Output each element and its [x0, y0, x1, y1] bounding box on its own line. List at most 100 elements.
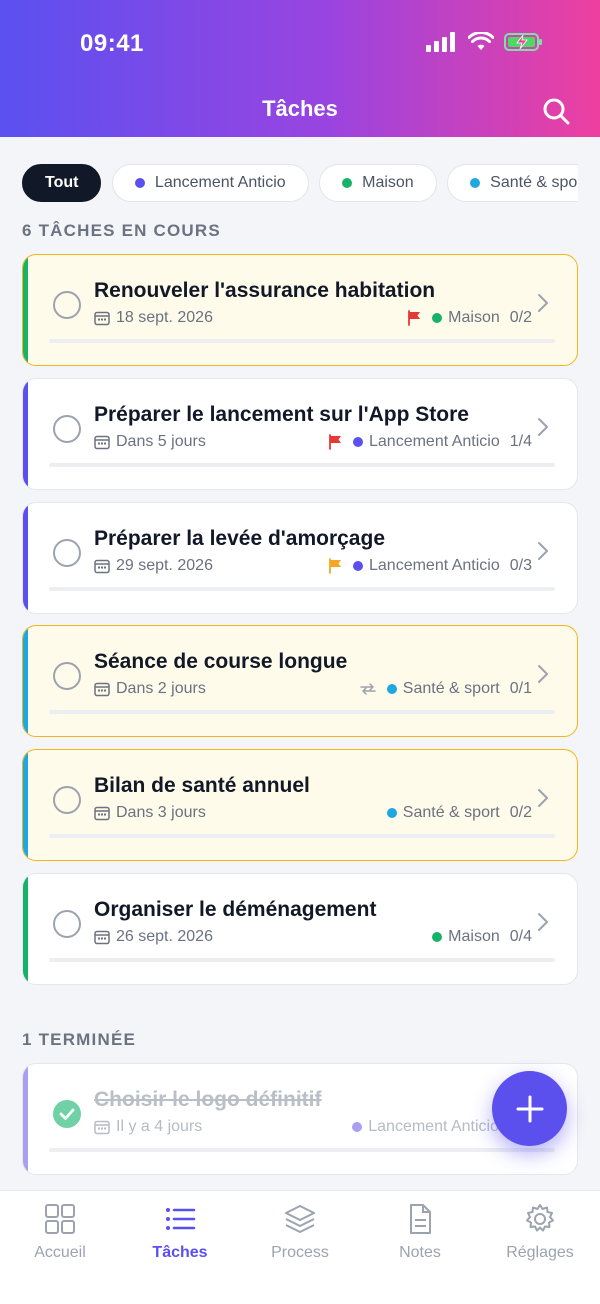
- category-dot: [353, 561, 363, 571]
- filter-chip-sante[interactable]: Santé & sport: [447, 164, 578, 202]
- task-card[interactable]: Renouveler l'assurance habitation 18 sept…: [22, 254, 578, 366]
- task-checkbox[interactable]: [53, 662, 81, 690]
- task-date: Dans 3 jours: [116, 804, 206, 821]
- tab-reglages[interactable]: Réglages: [480, 1203, 600, 1262]
- task-title: Préparer la levée d'amorçage: [94, 527, 385, 550]
- task-checkbox-checked[interactable]: [53, 1100, 81, 1128]
- chevron-right-icon: [538, 294, 548, 312]
- category-dot: [386, 808, 397, 818]
- filter-chip-all[interactable]: Tout: [22, 164, 102, 202]
- calendar-icon: [94, 682, 110, 697]
- task-due: Dans 5 jours: [94, 433, 206, 451]
- filter-chip-lancement[interactable]: Lancement Anticio: [111, 164, 309, 202]
- flag-icon: [408, 310, 421, 326]
- tab-notes[interactable]: Notes: [360, 1203, 480, 1262]
- task-meta: Lancement Anticio: [352, 1118, 499, 1136]
- category-accent-bar: [23, 379, 28, 489]
- task-title: Choisir le logo définitif: [94, 1088, 322, 1111]
- task-due: 29 sept. 2026: [94, 557, 213, 575]
- chevron-right-icon: [538, 418, 548, 436]
- task-date: Dans 2 jours: [116, 680, 206, 697]
- tab-label: Accueil: [34, 1244, 86, 1261]
- app-header: 09:41 Tâches: [0, 0, 600, 137]
- filter-chip-label: Tout: [45, 174, 79, 191]
- task-category-label: Lancement Anticio: [369, 557, 500, 574]
- chevron-right-icon: [538, 789, 548, 807]
- signal-icon: [426, 32, 455, 52]
- subtask-count: 0/2: [509, 309, 532, 326]
- filter-chip-label: Lancement Anticio: [154, 174, 286, 191]
- task-checkbox[interactable]: [53, 786, 81, 814]
- task-due: Il y a 4 jours: [94, 1118, 202, 1136]
- layers-icon: [285, 1205, 315, 1233]
- search-button[interactable]: [542, 97, 570, 125]
- task-checkbox[interactable]: [53, 910, 81, 938]
- task-category-label: Santé & sport: [402, 680, 500, 697]
- tab-label: Notes: [399, 1244, 441, 1261]
- task-date: 18 sept. 2026: [116, 309, 213, 326]
- task-date: 29 sept. 2026: [116, 557, 213, 574]
- task-category: Lancement Anticio: [353, 557, 500, 575]
- task-progress: [49, 587, 555, 591]
- task-progress: [49, 834, 555, 838]
- chevron-right-icon: [538, 542, 548, 560]
- task-title: Bilan de santé annuel: [94, 774, 310, 797]
- chevron-right-icon-wrap: [537, 541, 549, 566]
- calendar-icon: [94, 806, 110, 821]
- task-meta: Maison 0/2: [406, 309, 532, 327]
- task-checkbox[interactable]: [53, 291, 81, 319]
- task-due: 26 sept. 2026: [94, 928, 213, 946]
- task-progress: [49, 463, 555, 467]
- tab-process[interactable]: Process: [240, 1203, 360, 1262]
- task-meta: Lancement Anticio 1/4: [327, 433, 532, 451]
- task-title: Préparer le lancement sur l'App Store: [94, 403, 469, 426]
- task-category-label: Lancement Anticio: [368, 1118, 499, 1135]
- category-accent-bar: [23, 626, 28, 736]
- add-task-button[interactable]: [492, 1071, 567, 1146]
- task-progress: [49, 958, 555, 962]
- calendar-icon: [94, 435, 110, 450]
- search-icon: [543, 98, 570, 125]
- calendar-icon: [94, 1120, 110, 1135]
- task-category: Santé & sport: [386, 804, 500, 822]
- tab-accueil[interactable]: Accueil: [0, 1203, 120, 1262]
- task-card[interactable]: Préparer le lancement sur l'App Store Dan…: [22, 378, 578, 490]
- category-dot: [352, 1122, 363, 1132]
- task-card[interactable]: Bilan de santé annuel Dans 3 jours Santé &…: [22, 749, 578, 861]
- task-title: Renouveler l'assurance habitation: [94, 279, 436, 302]
- task-meta: Santé & sport 0/1: [359, 680, 532, 698]
- task-category: Lancement Anticio: [352, 1118, 499, 1136]
- task-meta: Santé & sport 0/2: [386, 804, 532, 822]
- task-date: 26 sept. 2026: [116, 928, 213, 945]
- tab-taches[interactable]: Tâches: [120, 1203, 240, 1262]
- task-category-label: Lancement Anticio: [369, 433, 500, 450]
- task-checkbox[interactable]: [53, 415, 81, 443]
- category-accent-bar: [23, 255, 28, 365]
- task-card[interactable]: Séance de course longue Dans 2 jours Santé…: [22, 625, 578, 737]
- task-title: Organiser le déménagement: [94, 898, 377, 921]
- battery-charging-icon: [504, 33, 542, 51]
- tab-label: Process: [271, 1244, 329, 1261]
- category-accent-bar: [23, 1064, 28, 1174]
- page-title: Tâches: [262, 96, 338, 121]
- category-accent-bar: [23, 750, 28, 860]
- task-checkbox[interactable]: [53, 539, 81, 567]
- task-due: Dans 3 jours: [94, 804, 206, 822]
- chevron-right-icon-wrap: [537, 664, 549, 689]
- filter-chip-maison[interactable]: Maison: [319, 164, 437, 202]
- subtask-count: 0/4: [509, 928, 532, 945]
- task-card[interactable]: Organiser le déménagement 26 sept. 2026 Ma…: [22, 873, 578, 985]
- category-accent-bar: [23, 503, 28, 613]
- status-icons: [426, 32, 544, 52]
- category-dot: [134, 178, 145, 188]
- chevron-right-icon-wrap: [537, 417, 549, 442]
- repeat-icon: [360, 683, 376, 695]
- category-dot: [432, 313, 443, 323]
- task-card[interactable]: Préparer la levée d'amorçage 29 sept. 202…: [22, 502, 578, 614]
- task-date: Il y a 4 jours: [116, 1118, 203, 1135]
- tab-label: Réglages: [506, 1244, 574, 1261]
- flag-icon: [329, 558, 341, 574]
- subtask-count: 0/2: [509, 804, 532, 821]
- task-category: Maison: [432, 309, 500, 327]
- flag-icon: [329, 434, 341, 450]
